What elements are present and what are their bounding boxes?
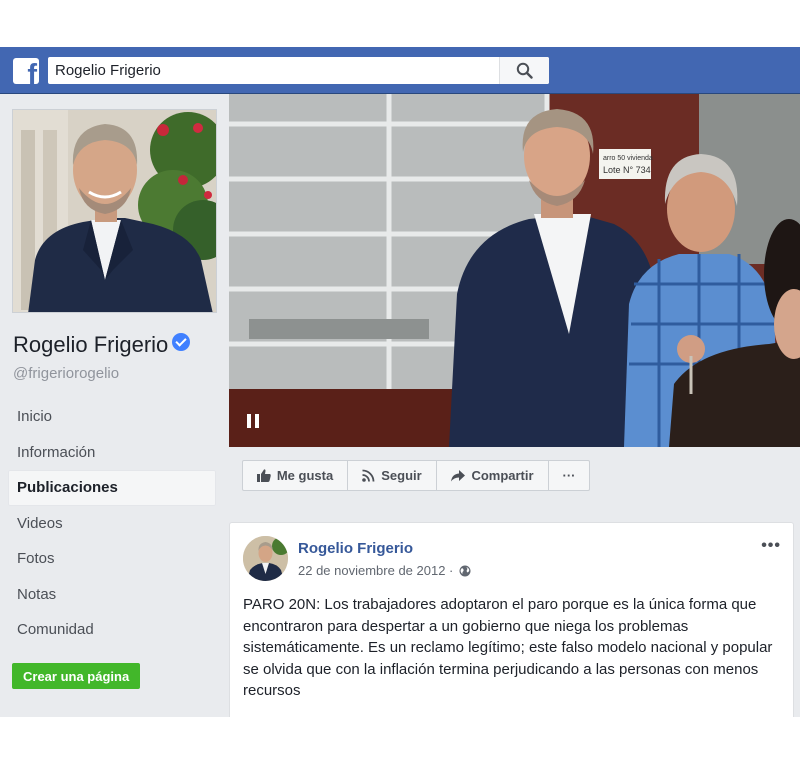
like-label: Me gusta — [276, 468, 334, 483]
left-sidebar: Rogelio Frigerio @frigeriorogelio Inicio… — [0, 94, 228, 717]
share-label: Compartir — [471, 468, 534, 483]
post-options-icon[interactable]: ••• — [761, 537, 781, 555]
cover-video[interactable]: arro 50 vivienda Lote N° 734 — [229, 94, 800, 447]
follow-label: Seguir — [381, 468, 422, 483]
share-arrow-icon — [451, 469, 466, 481]
post-date[interactable]: 22 de noviembre de 2012 · — [298, 563, 453, 578]
more-options-icon: ··· — [562, 468, 576, 483]
nav-item-comunidad[interactable]: Comunidad — [8, 612, 216, 648]
top-navigation-bar: f — [0, 47, 800, 94]
address-sign-line-1: arro 50 vivienda — [603, 155, 653, 162]
thumbs-up-icon — [256, 469, 271, 482]
page-name-text: Rogelio Frigerio — [13, 332, 169, 357]
post-text: PARO 20N: Los trabajadores adoptaron el … — [243, 596, 773, 699]
address-sign-line-2: Lote N° 734 — [603, 165, 651, 175]
nav-item-videos[interactable]: Videos — [8, 506, 216, 542]
profile-picture[interactable] — [12, 109, 217, 313]
page-name[interactable]: Rogelio Frigerio — [13, 332, 191, 358]
globe-icon[interactable] — [459, 565, 471, 577]
nav-item-notas[interactable]: Notas — [8, 577, 216, 613]
page-navigation: Inicio Información Publicaciones Videos … — [8, 399, 216, 648]
author-avatar[interactable] — [243, 536, 288, 581]
facebook-page-screenshot: f Rogelio Frigerio Rogelio Frigerio @fri… — [0, 47, 800, 717]
rss-follow-icon — [362, 469, 375, 482]
avatar-illustration — [243, 536, 288, 581]
post-meta: 22 de noviembre de 2012 · — [298, 563, 471, 578]
post-author-name[interactable]: Rogelio Frigerio — [298, 540, 413, 557]
pause-icon[interactable] — [247, 414, 259, 428]
profile-photo-illustration — [13, 110, 216, 312]
search-input[interactable] — [55, 62, 495, 79]
follow-button[interactable]: Seguir — [347, 460, 437, 491]
share-button[interactable]: Compartir — [436, 460, 549, 491]
nav-item-publicaciones[interactable]: Publicaciones — [8, 470, 216, 506]
nav-item-fotos[interactable]: Fotos — [8, 541, 216, 577]
create-page-button[interactable]: Crear una página — [12, 663, 141, 689]
like-button[interactable]: Me gusta — [242, 460, 348, 491]
post-card: Rogelio Frigerio 22 de noviembre de 2012… — [229, 522, 794, 717]
cover-video-frame: arro 50 vivienda Lote N° 734 — [229, 94, 800, 447]
more-options-button[interactable]: ··· — [548, 460, 590, 491]
verified-badge-icon — [172, 333, 191, 351]
nav-item-informacion[interactable]: Información — [8, 435, 216, 471]
search-box — [48, 57, 549, 84]
search-icon — [516, 62, 533, 79]
facebook-logo-icon[interactable]: f — [13, 58, 39, 84]
page-username[interactable]: @frigeriorogelio — [13, 365, 119, 382]
nav-item-inicio[interactable]: Inicio — [8, 399, 216, 435]
search-button[interactable] — [499, 57, 549, 84]
facebook-logo-glyph: f — [27, 59, 37, 85]
